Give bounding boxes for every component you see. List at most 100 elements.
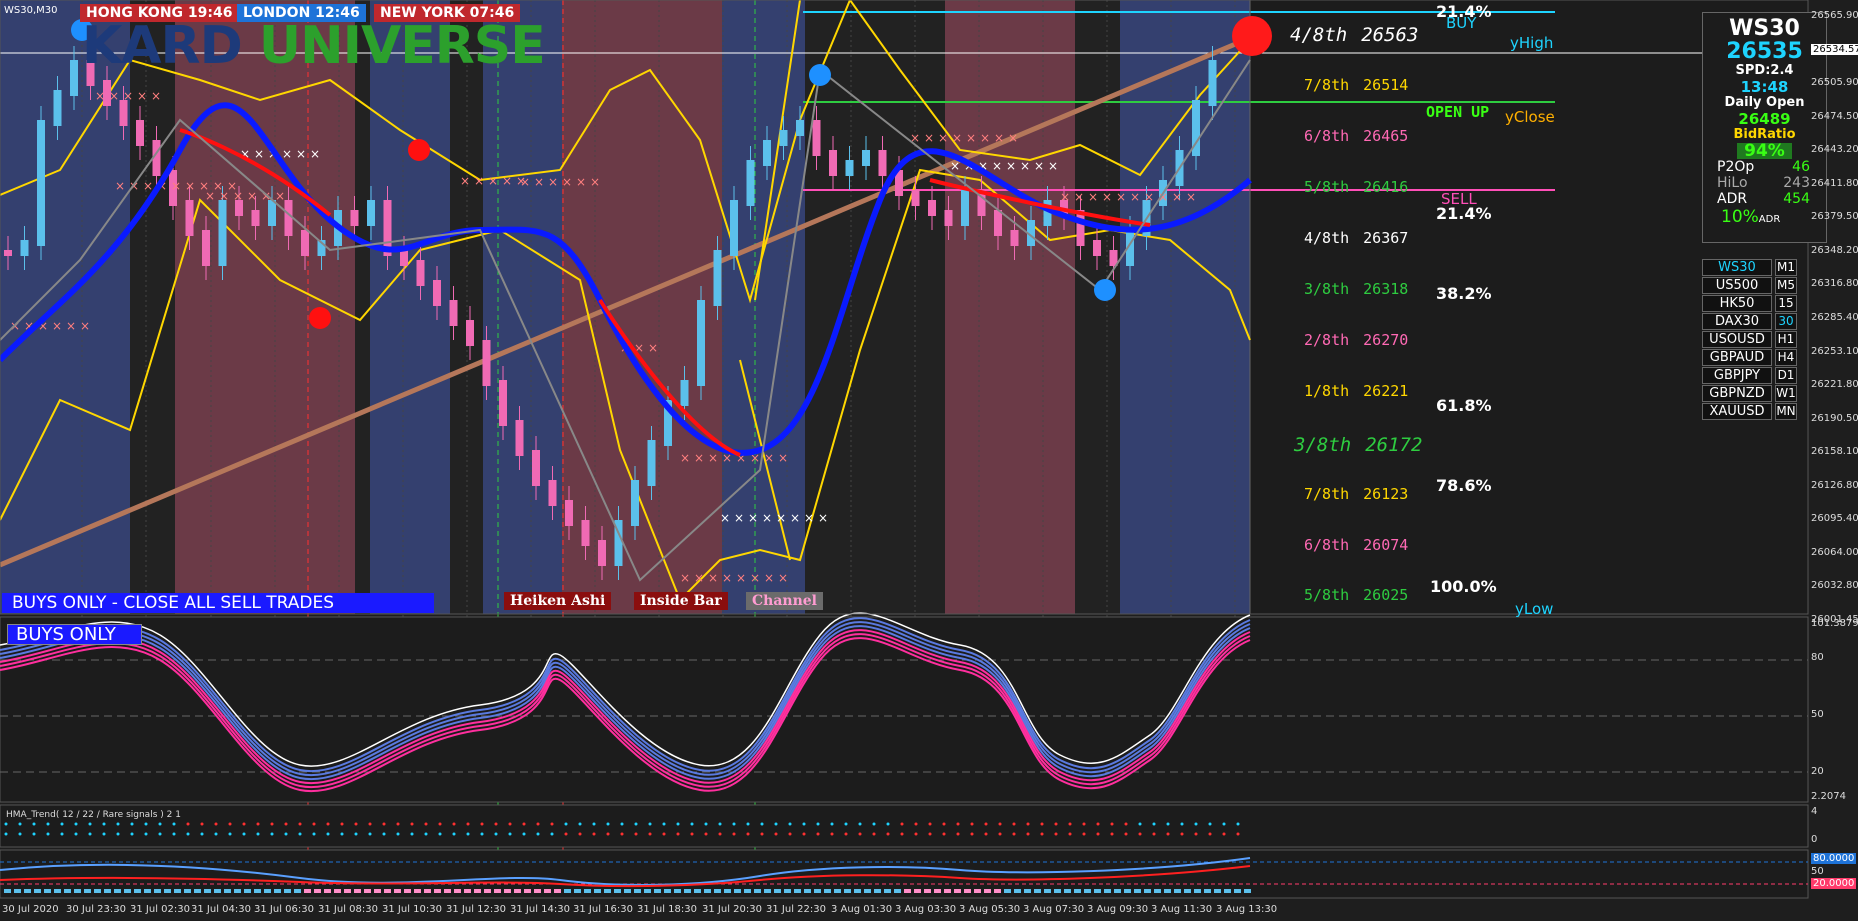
hma-dot [130, 822, 134, 826]
price-axis-label: 26379.50 [1811, 211, 1858, 223]
heiken-ashi-tag[interactable]: Heiken Ashi [504, 592, 612, 610]
symbol-row: GBPJPY D1 [1702, 367, 1797, 384]
signal-cross: × [520, 175, 530, 189]
timeframe-button[interactable]: 15 [1775, 295, 1797, 312]
murrey-level: 7/8th 26123 [1304, 485, 1409, 503]
symbol-button[interactable]: GBPNZD [1702, 385, 1772, 402]
hma-dot [102, 832, 106, 836]
symbol-button[interactable]: US500 [1702, 277, 1772, 294]
timeframe-button[interactable]: M5 [1775, 277, 1797, 294]
histogram-bar [314, 889, 321, 893]
signal-cross: × [1020, 159, 1030, 173]
swing-dot [809, 64, 831, 86]
hma-dot [914, 822, 918, 826]
hma-dot [1124, 832, 1128, 836]
symbol-button[interactable]: USOUSD [1702, 331, 1772, 348]
hma-dot [1026, 822, 1030, 826]
candle-body [1093, 240, 1101, 256]
time-axis-label: 31 Jul 04:30 [191, 904, 251, 915]
candle-body [350, 210, 359, 226]
symbol-row: USOUSD H1 [1702, 331, 1797, 348]
timeframe-button[interactable]: H1 [1775, 331, 1797, 348]
histogram-bar [1194, 889, 1201, 893]
signal-cross: × [115, 179, 125, 193]
signal-cross: × [994, 131, 1004, 145]
hma-dot [704, 832, 708, 836]
histogram-bar [1184, 889, 1191, 893]
histogram-bar [234, 889, 241, 893]
hma-dot [32, 832, 36, 836]
hma-dot [424, 822, 428, 826]
histogram-bar [774, 889, 781, 893]
symbol-row: US500 M5 [1702, 277, 1797, 294]
timeframe-button[interactable]: H4 [1775, 349, 1797, 366]
candle-body [746, 160, 755, 206]
candle-body [631, 480, 639, 526]
hma-dot [354, 822, 358, 826]
hma-dot [1236, 832, 1240, 836]
histogram-bar [1114, 889, 1121, 893]
hma-dot [858, 822, 862, 826]
signal-cross: × [1172, 190, 1182, 204]
symbol-button[interactable]: GBPJPY [1702, 367, 1772, 384]
symbol-button[interactable]: DAX30 [1702, 313, 1772, 330]
session-zone [370, 0, 450, 614]
candle-body [680, 380, 689, 406]
yhigh-marker: yHigh [1510, 34, 1554, 52]
symbol-button[interactable]: HK50 [1702, 295, 1772, 312]
signal-cross: × [736, 571, 746, 585]
hma-dot [1138, 832, 1142, 836]
oscillator-axis-label: 80 [1811, 652, 1824, 663]
symbol-button[interactable]: WS30 [1702, 259, 1772, 276]
histogram-bar [1234, 889, 1241, 893]
hma-dot [606, 822, 610, 826]
histogram-bar [584, 889, 591, 893]
swing-dot [309, 307, 331, 329]
signal-cross: × [95, 89, 105, 103]
histogram-bar [474, 889, 481, 893]
timeframe-button[interactable]: M1 [1775, 259, 1797, 276]
histogram-bar [664, 889, 671, 893]
hma-dot [690, 832, 694, 836]
hma-dot [438, 822, 442, 826]
panel-hilo: HiLo 243 [1717, 175, 1810, 191]
histogram-bar [374, 889, 381, 893]
signal-cross: × [1008, 131, 1018, 145]
hma-dot [634, 822, 638, 826]
hma-dot [256, 822, 260, 826]
hma-dot [32, 822, 36, 826]
symbol-button[interactable]: GBPAUD [1702, 349, 1772, 366]
histogram-bar [504, 889, 511, 893]
fib-level: 61.8% [1436, 396, 1492, 415]
chart-canvas[interactable]: × × × × × × × × × × × × × × × × × × × × × × × × × × × × × × × × × × × × × × × ×… [0, 0, 1858, 921]
candle-body [185, 200, 194, 236]
logo: KARD UNIVERSE [82, 16, 546, 76]
hma-dot [858, 832, 862, 836]
histogram-bar [1204, 889, 1211, 893]
channel-tag[interactable]: Channel [746, 592, 823, 610]
timeframe-button[interactable]: D1 [1775, 367, 1797, 384]
hma-dot [886, 822, 890, 826]
signal-cross: × [1130, 190, 1140, 204]
hma-dot [228, 822, 232, 826]
hma-dot [4, 822, 8, 826]
price-axis-label: 26443.20 [1811, 144, 1858, 156]
hma-dot [1166, 832, 1170, 836]
inside-bar-tag[interactable]: Inside Bar [634, 592, 728, 610]
hma-dot [774, 822, 778, 826]
hma-dot [1124, 822, 1128, 826]
timeframe-button[interactable]: MN [1775, 403, 1797, 420]
histogram-bar [804, 889, 811, 893]
timeframe-button[interactable]: 30 [1775, 313, 1797, 330]
hma-dot [550, 822, 554, 826]
panel-daily-open: 26489 [1738, 110, 1791, 128]
timeframe-button[interactable]: W1 [1775, 385, 1797, 402]
histogram-bar [194, 889, 201, 893]
hma-dot [242, 832, 246, 836]
hma-dot [88, 832, 92, 836]
histogram-bar [904, 889, 911, 893]
histogram-bar [424, 889, 431, 893]
histogram-bar [944, 889, 951, 893]
symbol-button[interactable]: XAUUSD [1702, 403, 1772, 420]
signal-cross: × [247, 189, 257, 203]
